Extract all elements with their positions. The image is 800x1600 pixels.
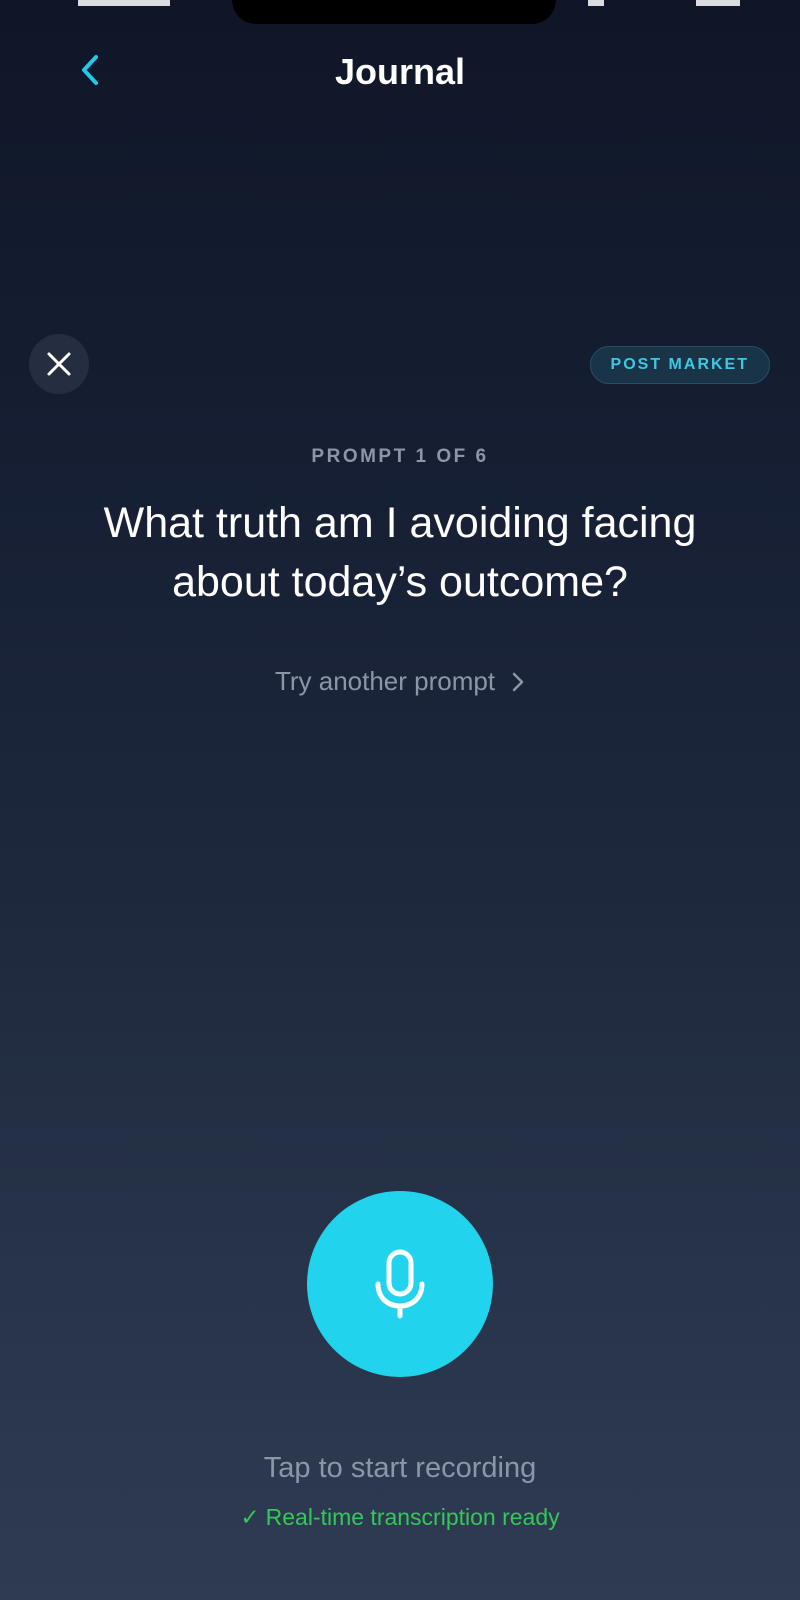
navigation-bar: Journal [0, 40, 800, 106]
chevron-right-icon [512, 672, 524, 691]
checkmark-icon: ✓ [240, 1504, 260, 1530]
transcription-status-label: Real-time transcription ready [265, 1504, 560, 1530]
record-button[interactable] [307, 1191, 493, 1377]
transcription-status: ✓ Real-time transcription ready [0, 1504, 800, 1531]
try-another-prompt-label: Try another prompt [274, 666, 496, 696]
microphone-icon [375, 1249, 425, 1319]
session-badge: POST MARKET [589, 346, 770, 384]
status-bar-time [78, 0, 170, 6]
status-bar-battery [696, 0, 740, 6]
prompt-question: What truth am I avoiding facing about to… [103, 499, 697, 606]
status-bar-signal [588, 0, 604, 6]
try-another-prompt-button[interactable]: Try another prompt [0, 666, 800, 697]
close-button[interactable] [29, 334, 89, 394]
device-notch [232, 0, 556, 24]
prompt-counter: PROMPT 1 OF 6 [311, 446, 489, 467]
record-hint: Tap to start recording [263, 1452, 537, 1484]
page-title: Journal [334, 51, 466, 92]
close-icon [47, 352, 71, 376]
